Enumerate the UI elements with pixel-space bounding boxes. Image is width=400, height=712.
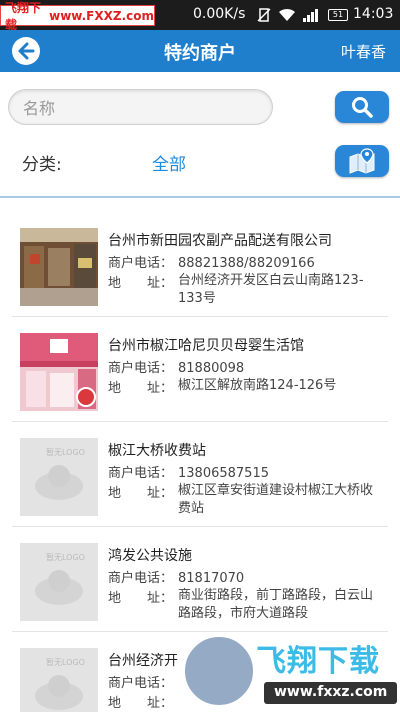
merchant-address: 椒江区章安街道建设村椒江大桥收费站 — [178, 483, 374, 516]
merchant-phone[interactable]: 13806587515 — [178, 466, 269, 481]
address-label: 地 址： — [108, 696, 174, 711]
signal-icon — [303, 9, 318, 22]
address-label: 地 址： — [108, 276, 174, 291]
clock: 14:03 — [353, 6, 394, 22]
map-button[interactable] — [335, 145, 389, 177]
merchant-phone-row: 商户电话： 81817070 — [108, 567, 244, 586]
watermark-logo-icon — [180, 632, 258, 710]
merchant-photo-placeholder: 暂无LOGO — [20, 543, 98, 621]
network-speed: 0.00K/s — [193, 6, 246, 22]
merchant-phone-row: 商户电话： 13806587515 — [108, 462, 269, 481]
app-header: 特约商户 叶春香 — [0, 30, 400, 72]
merchant-phone[interactable]: 88821388/88209166 — [178, 256, 315, 271]
merchant-photo — [20, 228, 98, 306]
watermark-banner: 飞翔下载 www.FXXZ.com — [0, 1, 155, 32]
status-bar: 飞翔下载 www.FXXZ.com 0.00K/s 51 14:03 — [0, 0, 400, 32]
battery-icon: 51 — [328, 9, 348, 21]
address-label: 地 址： — [108, 591, 174, 606]
phone-label: 商户电话： — [108, 676, 174, 691]
merchant-name: 椒江大桥收费站 — [108, 443, 206, 459]
merchant-address-row: 地 址： 商业街路段，前丁路路段，白云山路路段，市府大道路段 — [108, 587, 373, 621]
address-label: 地 址： — [108, 381, 174, 396]
watermark-site-text: 飞翔下载 — [5, 0, 42, 32]
vibrate-off-icon — [257, 8, 271, 22]
category-selector[interactable]: 全部 — [152, 150, 186, 175]
merchant-address-row: 地 址： 台州经济开发区白云山南路123-133号 — [108, 272, 364, 306]
merchant-address-row: 地 址： — [108, 692, 178, 711]
list-item[interactable]: 暂无LOGO 鸿发公共设施 商户电话： 81817070 地 址： 商业街路段，前… — [12, 527, 388, 632]
user-name[interactable]: 叶春香 — [341, 41, 386, 62]
merchant-address-row: 地 址： 椒江区章安街道建设村椒江大桥收费站 — [108, 482, 373, 516]
list-item[interactable]: 暂无LOGO 椒江大桥收费站 商户电话： 13806587515 地 址： 椒江区… — [12, 422, 388, 527]
list-item[interactable]: 台州市新田园农副产品配送有限公司 商户电话： 88821388/88209166 … — [12, 212, 388, 317]
watermark-url-text: www.FXXZ.com — [49, 8, 154, 23]
merchant-address-row: 地 址： 椒江区解放南路124-126号 — [108, 377, 336, 396]
merchant-phone-row: 商户电话： 81880098 — [108, 357, 244, 376]
search-icon — [352, 97, 373, 118]
watermark-brand: 飞翔下载 — [256, 644, 380, 679]
address-label: 地 址： — [108, 486, 174, 501]
search-input[interactable] — [23, 96, 263, 120]
merchant-address: 台州经济开发区白云山南路123-133号 — [178, 273, 364, 306]
merchant-name: 台州经济开 — [108, 653, 178, 669]
phone-label: 商户电话： — [108, 361, 174, 376]
watermark-overlay: 飞翔下载 www.fxxz.com — [180, 632, 398, 712]
merchant-name: 鸿发公共设施 — [108, 548, 192, 564]
phone-label: 商户电话： — [108, 256, 174, 271]
merchant-phone[interactable]: 81817070 — [178, 571, 244, 586]
merchant-name: 台州市新田园农副产品配送有限公司 — [108, 233, 332, 249]
merchant-phone-row: 商户电话： 88821388/88209166 — [108, 252, 315, 271]
wifi-icon — [279, 8, 295, 21]
merchant-phone[interactable]: 81880098 — [178, 361, 244, 376]
merchant-address: 商业街路段，前丁路路段，白云山路路段，市府大道路段 — [178, 588, 374, 621]
merchant-photo-placeholder: 暂无LOGO — [20, 438, 98, 516]
category-label: 分类: — [22, 155, 62, 175]
phone-label: 商户电话： — [108, 466, 174, 481]
map-pin-icon — [349, 148, 375, 174]
status-icons — [256, 7, 320, 23]
merchant-phone-row: 商户电话： — [108, 672, 178, 691]
phone-label: 商户电话： — [108, 571, 174, 586]
search-box[interactable] — [8, 89, 273, 125]
list-item[interactable]: 台州市椒江哈尼贝贝母婴生活馆 商户电话： 81880098 地 址： 椒江区解放南… — [12, 317, 388, 422]
section-divider — [0, 196, 400, 198]
promo-badge-icon — [76, 387, 96, 407]
merchant-name: 台州市椒江哈尼贝贝母婴生活馆 — [108, 338, 304, 354]
search-button[interactable] — [335, 91, 389, 123]
merchant-photo-placeholder: 暂无LOGO — [20, 648, 98, 712]
merchant-address: 椒江区解放南路124-126号 — [178, 378, 337, 393]
watermark-url: www.fxxz.com — [264, 682, 398, 704]
